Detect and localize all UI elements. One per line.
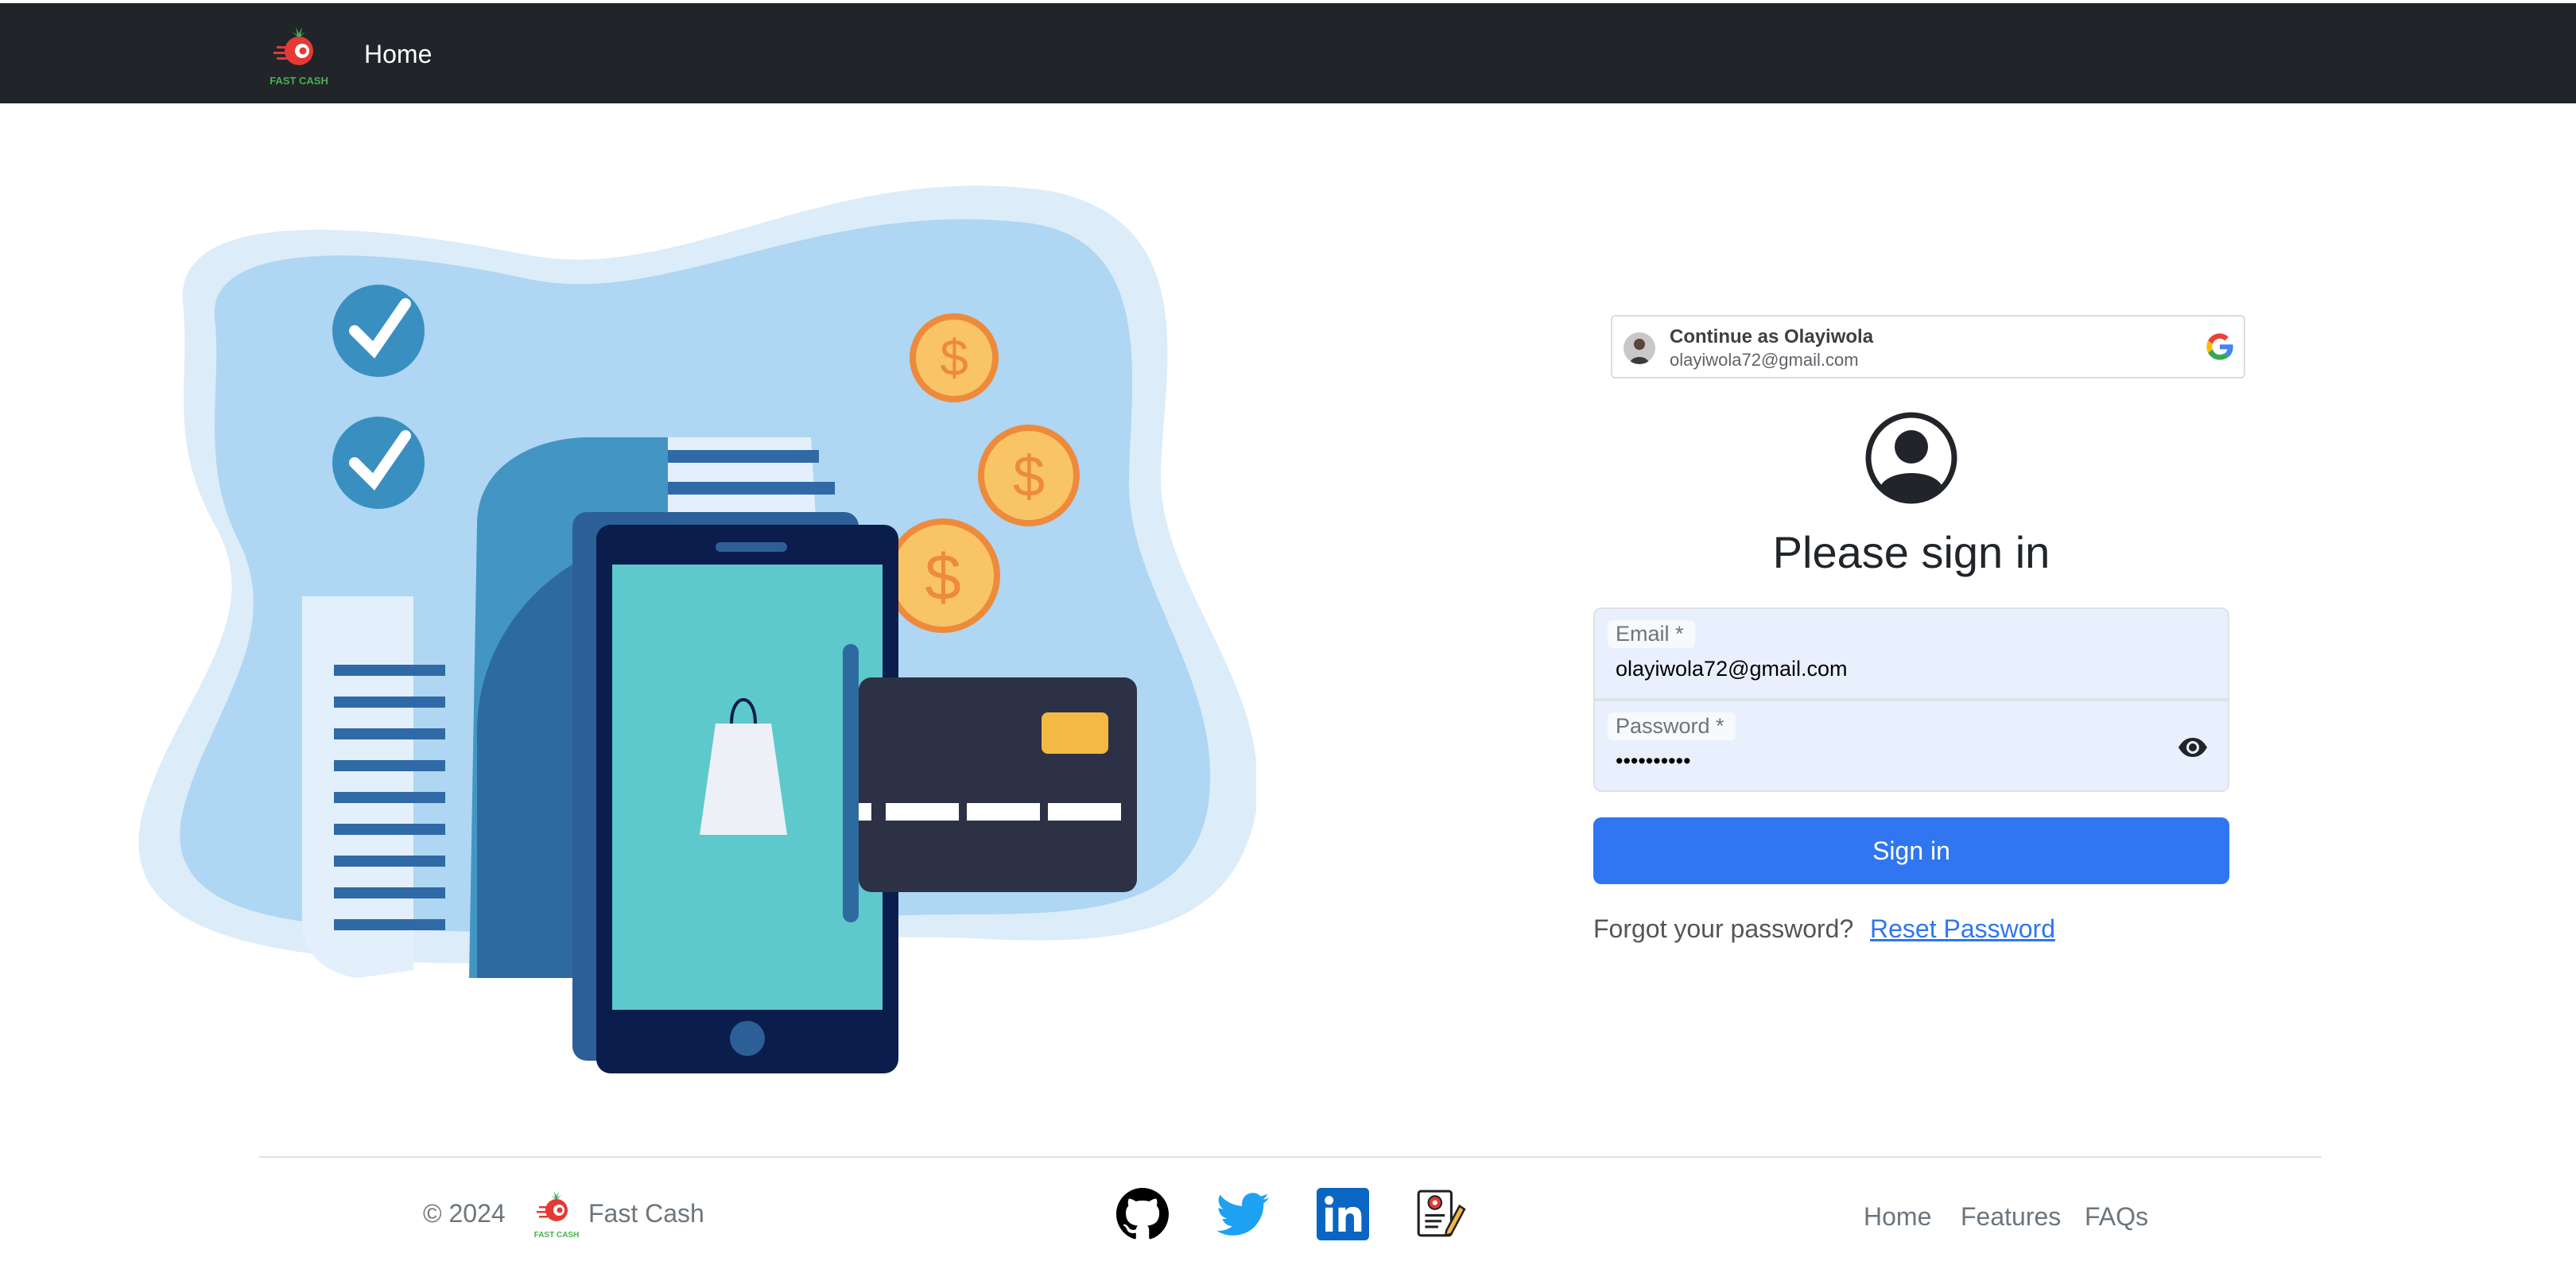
svg-text:$: $ [925, 541, 961, 614]
github-icon[interactable] [1116, 1188, 1169, 1240]
user-avatar [1624, 332, 1655, 364]
twitter-icon[interactable] [1216, 1188, 1269, 1240]
footer-faqs-link[interactable]: FAQs [2085, 1202, 2148, 1232]
google-one-tap-card[interactable]: Continue as Olayiwola olayiwola72@gmail.… [1611, 315, 2245, 378]
forgot-password-text: Forgot your password? [1593, 914, 1854, 943]
fast-cash-logo[interactable]: FAST CASH [525, 1188, 588, 1240]
svg-text:FAST CASH: FAST CASH [270, 75, 328, 87]
user-circle-icon [1865, 412, 1957, 504]
password-field[interactable]: Password * •••••••••• [1593, 700, 2229, 792]
email-field[interactable]: Email * [1593, 607, 2229, 700]
footer-brand-name: Fast Cash [588, 1199, 704, 1228]
footer-features-link[interactable]: Features [1961, 1202, 2061, 1232]
nav-home-link[interactable]: Home [364, 40, 432, 69]
google-g-icon [2206, 333, 2233, 360]
footer-divider [259, 1156, 2322, 1158]
google-account-name: Continue as Olayiwola [1670, 326, 1874, 347]
fast-cash-logo[interactable]: FAST CASH [259, 22, 339, 89]
footer-home-link[interactable]: Home [1864, 1202, 1931, 1232]
google-account-email: olayiwola72@gmail.com [1670, 350, 1859, 370]
page-title: Please sign in [1772, 527, 2050, 577]
svg-text:FAST CASH: FAST CASH [534, 1231, 580, 1240]
password-input[interactable]: •••••••••• [1616, 749, 2172, 774]
payment-illustration: $ $ $ [138, 185, 1256, 1073]
copyright-text: © 2024 [423, 1199, 506, 1228]
sign-in-button[interactable]: Sign in [1593, 817, 2229, 884]
navbar: FAST CASH Home [0, 3, 2576, 103]
eye-icon[interactable] [2177, 735, 2209, 760]
reset-password-link[interactable]: Reset Password [1870, 914, 2055, 944]
email-input[interactable] [1616, 657, 2172, 681]
svg-text:$: $ [1013, 445, 1045, 509]
password-label: Password * [1608, 712, 1736, 740]
linkedin-icon[interactable] [1317, 1188, 1369, 1240]
svg-text:$: $ [940, 329, 968, 386]
certificate-icon[interactable] [1414, 1188, 1466, 1240]
email-label: Email * [1608, 620, 1695, 648]
